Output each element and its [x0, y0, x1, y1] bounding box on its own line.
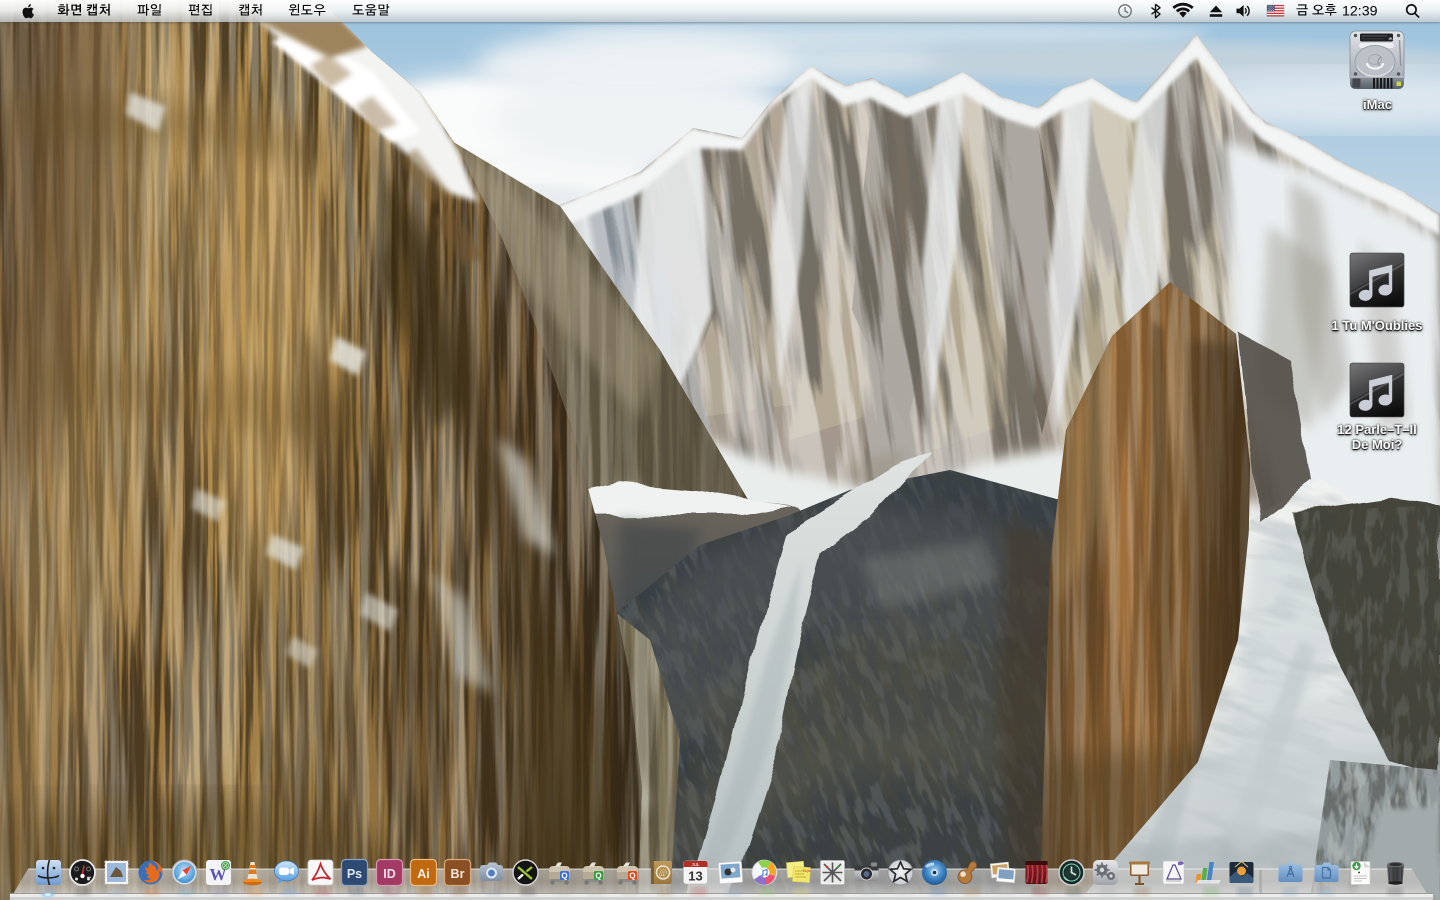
svg-text:Q: Q	[595, 872, 601, 881]
svg-text:Fujia: Fujia	[803, 869, 811, 873]
svg-text:Q: Q	[630, 872, 636, 881]
svg-text:@: @	[659, 868, 667, 878]
svg-text:13: 13	[689, 869, 703, 884]
svg-text:Q: Q	[561, 872, 567, 881]
svg-text:Ai: Ai	[417, 867, 430, 881]
svg-text:Br: Br	[450, 867, 464, 881]
svg-text:Ps: Ps	[347, 867, 362, 881]
svg-text:JUL: JUL	[692, 862, 700, 867]
svg-text:12:39: 12:39	[1342, 4, 1378, 20]
svg-text:ID: ID	[383, 867, 396, 881]
